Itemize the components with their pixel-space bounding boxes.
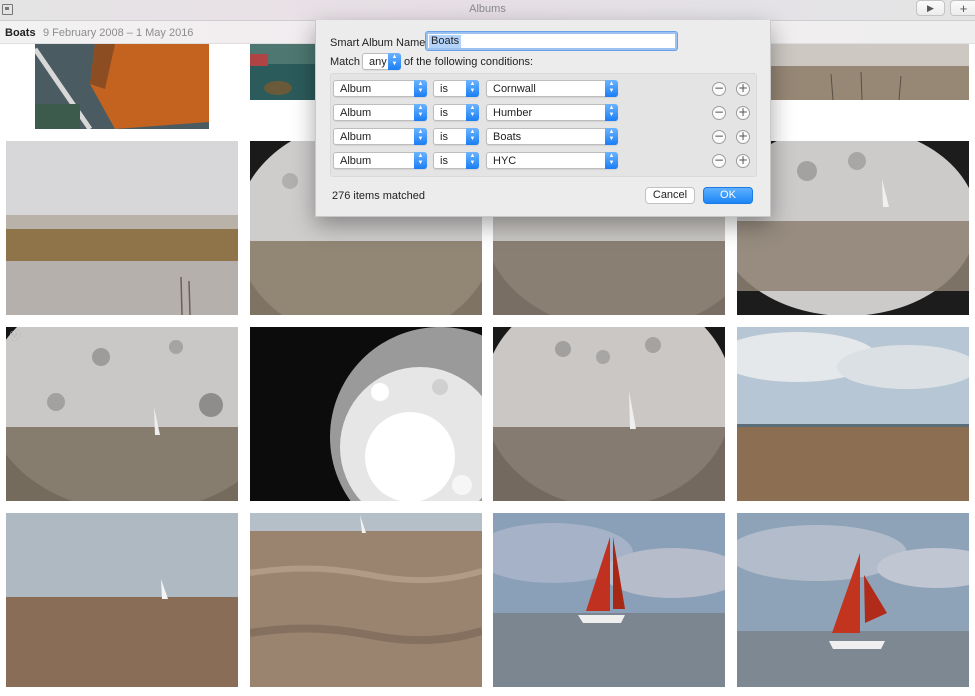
popup-arrows-icon: ▲ ▼: [605, 128, 618, 145]
slideshow-button[interactable]: ▶: [916, 0, 945, 16]
photo-thumbnail[interactable]: [737, 513, 969, 687]
condition-field-value: Album: [340, 107, 372, 119]
photo-thumbnail[interactable]: [6, 141, 238, 315]
plus-icon: +: [959, 0, 968, 16]
condition-operator-value: is: [440, 155, 448, 167]
photo-thumbnail[interactable]: [35, 44, 209, 129]
popup-arrows-icon: ▲ ▼: [414, 80, 427, 97]
photo-thumbnail[interactable]: [737, 141, 969, 315]
photo-thumbnail[interactable]: [6, 513, 238, 687]
album-title: Boats: [5, 27, 36, 39]
condition-operator-popup[interactable]: is ▲ ▼: [433, 80, 479, 97]
condition-operator-popup[interactable]: is ▲ ▼: [433, 128, 479, 145]
popup-arrows-icon: ▲ ▼: [414, 152, 427, 169]
add-condition-button[interactable]: +: [736, 82, 750, 96]
popup-arrows-icon: ▲ ▼: [414, 104, 427, 121]
add-condition-button[interactable]: +: [736, 106, 750, 120]
popup-arrows-icon: ▲ ▼: [605, 152, 618, 169]
smart-album-name-label: Smart Album Name:: [330, 37, 429, 49]
photo-thumbnail[interactable]: [250, 327, 482, 501]
condition-value-popup[interactable]: Cornwall ▲ ▼: [486, 80, 618, 97]
match-value: any: [369, 56, 387, 68]
condition-operator-value: is: [440, 83, 448, 95]
date-range: 9 February 2008 – 1 May 2016: [43, 27, 194, 39]
smart-album-name-field[interactable]: Boats: [426, 32, 677, 50]
remove-condition-button[interactable]: −: [712, 154, 726, 168]
popup-arrows-icon: ▲ ▼: [605, 104, 618, 121]
popup-arrows-icon: ▲ ▼: [466, 128, 479, 145]
condition-field-value: Album: [340, 83, 372, 95]
photo-thumbnail[interactable]: ♡: [6, 327, 238, 501]
remove-condition-button[interactable]: −: [712, 130, 726, 144]
add-button[interactable]: +: [950, 0, 975, 16]
popup-arrows-icon: ▲ ▼: [605, 80, 618, 97]
cancel-button[interactable]: Cancel: [645, 187, 695, 204]
smart-album-name-value: Boats: [429, 35, 462, 48]
photo-thumbnail[interactable]: [250, 44, 316, 100]
match-label: Match: [330, 56, 360, 68]
condition-operator-value: is: [440, 107, 448, 119]
photo-thumbnail[interactable]: [493, 513, 725, 687]
condition-value-popup[interactable]: HYC ▲ ▼: [486, 152, 618, 169]
remove-condition-button[interactable]: −: [712, 82, 726, 96]
condition-operator-value: is: [440, 131, 448, 143]
window-title: Albums: [469, 3, 506, 15]
photo-thumbnail[interactable]: [737, 327, 969, 501]
condition-value: Humber: [493, 107, 533, 119]
condition-field-popup[interactable]: Album ▲ ▼: [333, 128, 427, 145]
condition-value: HYC: [493, 155, 517, 167]
match-suffix-label: of the following conditions:: [404, 56, 534, 68]
photo-thumbnail[interactable]: [250, 513, 482, 687]
popup-arrows-icon: ▲ ▼: [466, 104, 479, 121]
condition-value-popup[interactable]: Humber ▲ ▼: [486, 104, 618, 121]
favorite-heart-icon[interactable]: ♡: [9, 329, 20, 343]
popup-arrows-icon: ▲ ▼: [466, 152, 479, 169]
condition-value: Boats: [493, 131, 522, 143]
popup-arrows-icon: ▲ ▼: [388, 53, 401, 70]
play-icon: ▶: [927, 2, 934, 13]
condition-field-popup[interactable]: Album ▲ ▼: [333, 152, 427, 169]
match-popup[interactable]: any ▲ ▼: [362, 53, 401, 70]
condition-field-popup[interactable]: Album ▲ ▼: [333, 80, 427, 97]
condition-field-popup[interactable]: Album ▲ ▼: [333, 104, 427, 121]
remove-condition-button[interactable]: −: [712, 106, 726, 120]
add-condition-button[interactable]: +: [736, 130, 750, 144]
condition-field-value: Album: [340, 155, 372, 167]
title-bar: Albums ▶ +: [0, 0, 975, 21]
condition-field-value: Album: [340, 131, 372, 143]
condition-operator-popup[interactable]: is ▲ ▼: [433, 104, 479, 121]
photo-thumbnail[interactable]: [771, 44, 969, 100]
condition-value: Cornwall: [493, 83, 536, 95]
items-matched-count: 276 items matched: [332, 190, 425, 202]
smart-album-dialog: Smart Album Name: Boats Match any ▲ ▼ of …: [315, 20, 771, 217]
condition-operator-popup[interactable]: is ▲ ▼: [433, 152, 479, 169]
photo-thumbnail[interactable]: [493, 327, 725, 501]
popup-arrows-icon: ▲ ▼: [414, 128, 427, 145]
popup-arrows-icon: ▲ ▼: [466, 80, 479, 97]
ok-button[interactable]: OK: [703, 187, 753, 204]
add-condition-button[interactable]: +: [736, 154, 750, 168]
condition-value-popup[interactable]: Boats ▲ ▼: [486, 128, 618, 145]
